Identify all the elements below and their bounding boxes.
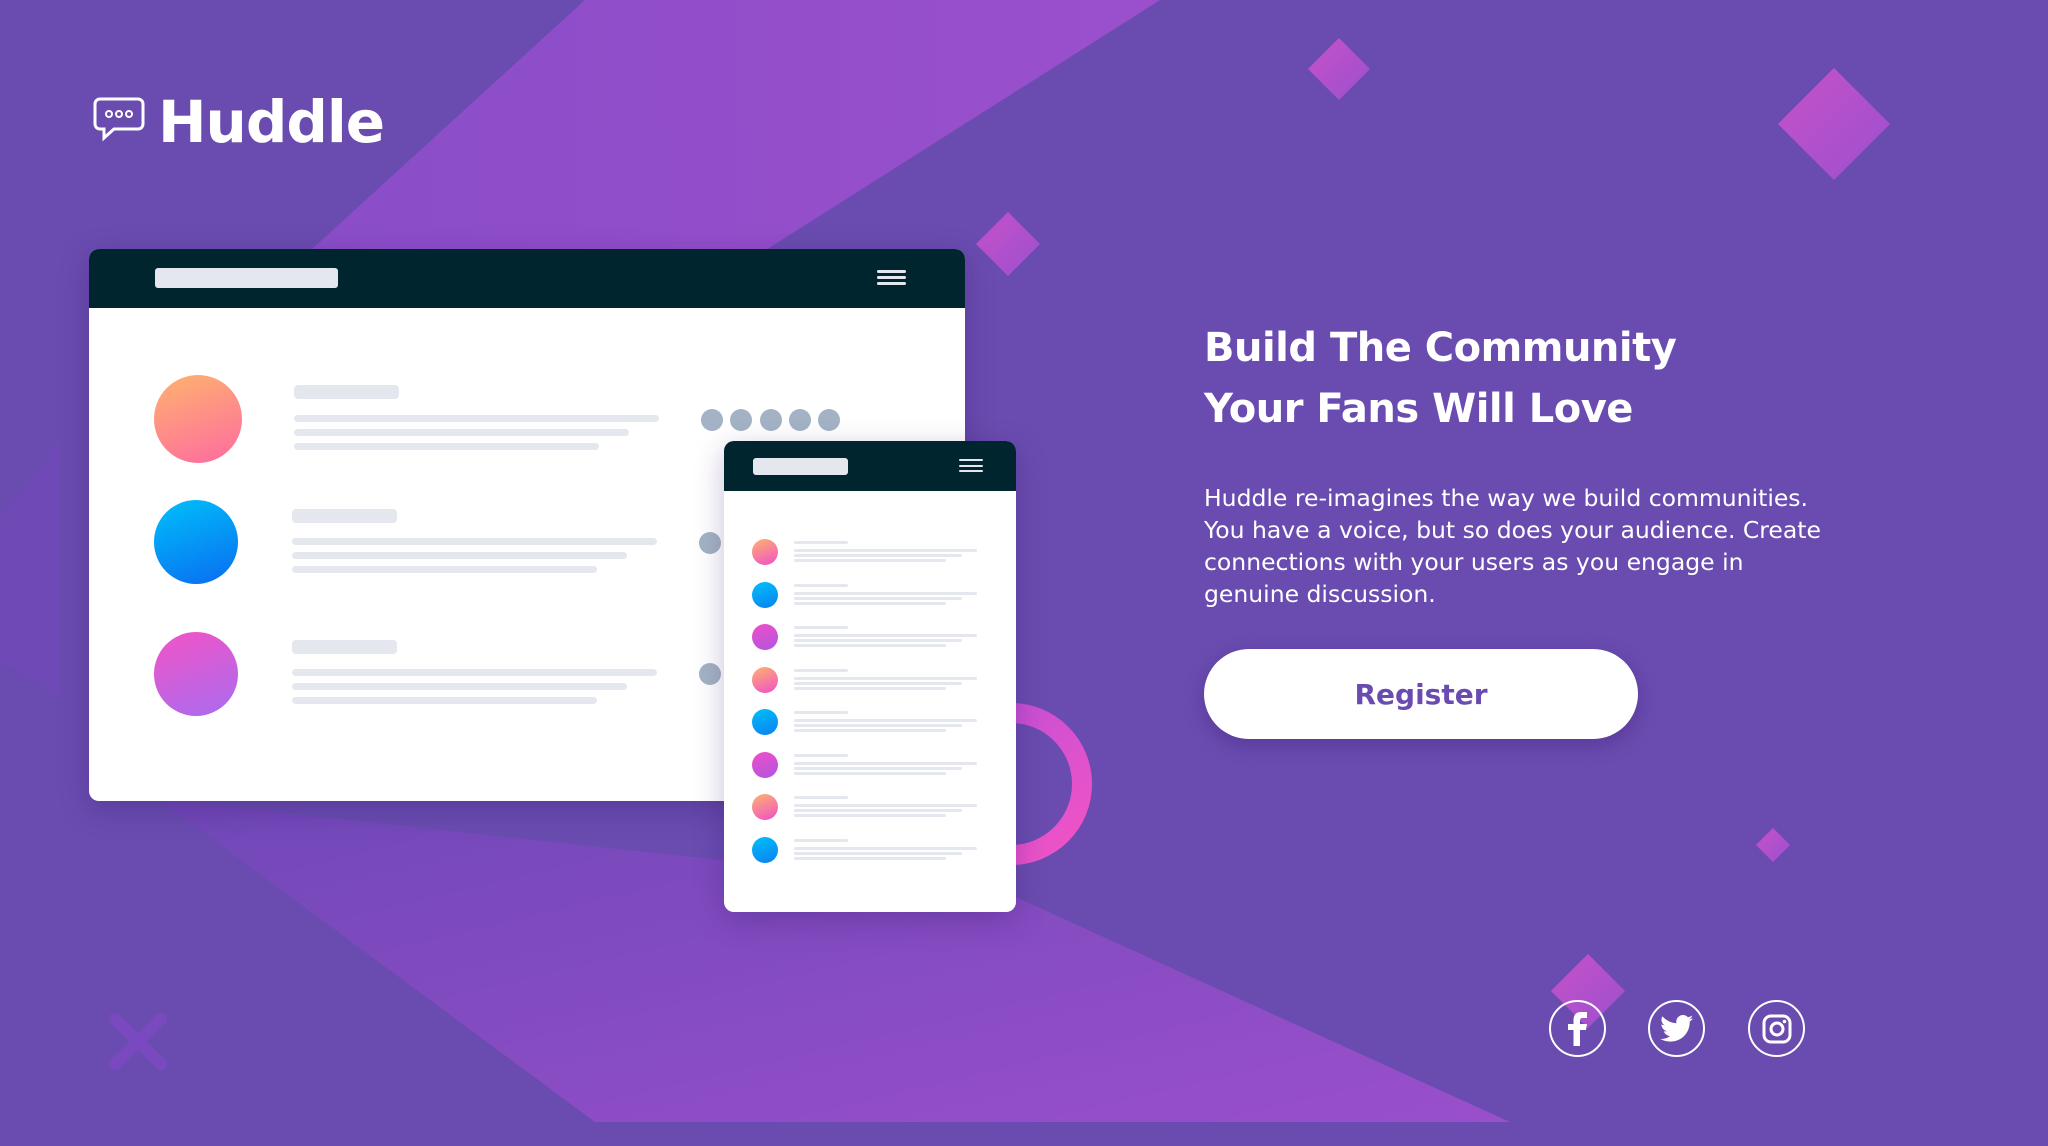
placeholder-line (794, 601, 946, 605)
placeholder-line (794, 838, 848, 842)
placeholder-line (794, 686, 946, 690)
twitter-icon (1659, 1014, 1693, 1042)
avatar (752, 539, 778, 565)
avatar (752, 581, 778, 608)
placeholder-line (794, 846, 977, 850)
placeholder-line (794, 719, 977, 722)
placeholder-line (794, 681, 962, 685)
placeholder-line (794, 549, 977, 552)
page-title: Build The Community Your Fans Will Love (1204, 325, 1677, 432)
instagram-link[interactable] (1748, 1000, 1805, 1057)
mockup-address-bar (155, 268, 338, 288)
mockup-list-item (752, 539, 992, 569)
placeholder-line (794, 626, 848, 629)
placeholder-line (794, 753, 848, 757)
avatar (752, 794, 778, 820)
placeholder-line (794, 596, 962, 600)
register-button[interactable]: Register (1204, 649, 1638, 739)
mockup-header-bar (89, 249, 965, 308)
avatar (752, 624, 778, 650)
placeholder-line (794, 644, 946, 647)
avatar (752, 666, 778, 693)
avatar (154, 632, 238, 716)
placeholder-line (794, 676, 977, 680)
placeholder-line (794, 856, 946, 860)
placeholder-line (794, 809, 962, 812)
mockup-address-bar (753, 458, 848, 475)
placeholder-line (794, 639, 962, 642)
placeholder-line (794, 541, 848, 544)
mockup-list-item (752, 624, 992, 654)
placeholder-line (794, 559, 946, 562)
mockup-list-item (752, 581, 992, 612)
placeholder-line (794, 814, 946, 817)
placeholder-line (794, 668, 848, 672)
placeholder-line (794, 554, 962, 557)
facebook-icon (1567, 1011, 1587, 1046)
avatar (752, 709, 778, 735)
facebook-link[interactable] (1549, 1000, 1606, 1057)
mockup-header-bar (724, 441, 1016, 491)
mockup-list-item (752, 836, 992, 867)
avatar (752, 836, 778, 863)
chat-bubble-icon (92, 96, 146, 149)
menu-icon (959, 459, 983, 472)
avatar (154, 500, 238, 584)
avatar (154, 375, 242, 463)
mockup-list-item (752, 794, 992, 824)
placeholder-line (794, 729, 946, 732)
placeholder-line (794, 851, 962, 855)
placeholder-line (794, 804, 977, 807)
placeholder-line (794, 761, 977, 765)
placeholder-line (794, 591, 977, 595)
logo-text: Huddle (158, 88, 385, 156)
mockup-list-item (752, 666, 992, 697)
placeholder-line (794, 724, 962, 727)
placeholder-line (794, 711, 848, 714)
placeholder-line (794, 771, 946, 775)
instagram-icon (1762, 1014, 1791, 1043)
menu-icon (877, 270, 906, 285)
mobile-mockup-illustration (724, 441, 1016, 912)
mockup-list-item (752, 709, 992, 739)
twitter-link[interactable] (1648, 1000, 1705, 1057)
mockup-list-item (752, 751, 992, 782)
logo[interactable]: Huddle (92, 88, 385, 156)
avatar (752, 751, 778, 778)
placeholder-line (794, 583, 848, 587)
placeholder-line (794, 766, 962, 770)
hero-description: Huddle re-imagines the way we build comm… (1204, 484, 1821, 608)
placeholder-line (794, 796, 848, 799)
placeholder-line (794, 634, 977, 637)
